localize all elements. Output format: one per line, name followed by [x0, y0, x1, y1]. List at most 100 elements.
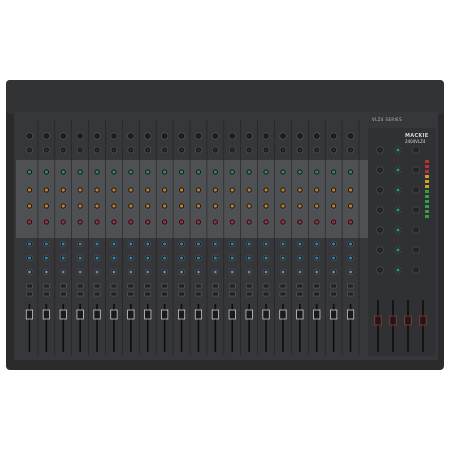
pan-knob-cap: [44, 270, 48, 274]
aux-knob-cap: [315, 256, 319, 260]
fader-cap: [347, 309, 355, 320]
solo-button: [279, 291, 287, 297]
low-cut-knob-cap: [78, 148, 82, 152]
fader-cap: [93, 309, 101, 320]
fader-cap: [211, 309, 219, 320]
pan-knob-cap: [61, 270, 65, 274]
mute-button: [330, 283, 337, 289]
fader-cap: [161, 309, 169, 320]
trim-knob-cap: [27, 134, 32, 138]
low-cut-knob-cap: [332, 148, 336, 152]
eq-high-knob-cap: [213, 170, 218, 174]
aux-knob-cap: [129, 256, 133, 260]
aux-knob-cap: [44, 256, 48, 260]
eq-mid-freq-knob-cap: [196, 204, 201, 208]
low-cut-knob-cap: [281, 148, 285, 152]
master-knob-cap: [414, 188, 418, 192]
solo-button: [76, 291, 84, 297]
pan-knob-cap: [78, 270, 82, 274]
trim-knob-cap: [61, 134, 66, 138]
eq-mid-freq-knob-cap: [213, 204, 218, 208]
mute-button: [144, 283, 151, 289]
eq-mid-knob-cap: [179, 188, 184, 192]
mute-button: [212, 283, 219, 289]
trim-knob-cap: [44, 134, 49, 138]
fader-cap: [279, 309, 287, 320]
low-cut-knob-cap: [95, 148, 99, 152]
eq-high-knob-cap: [44, 170, 48, 174]
master-knob-cap: [396, 268, 400, 272]
mute-button: [195, 283, 202, 289]
trim-knob-cap: [264, 134, 268, 138]
master-fader-slot: [407, 300, 409, 352]
aux-knob-cap: [163, 256, 167, 260]
solo-button: [296, 291, 304, 297]
aux-knob-cap: [281, 256, 285, 260]
master-knob-cap: [414, 228, 418, 232]
aux-knob-cap: [95, 256, 99, 260]
fader-cap: [42, 309, 50, 320]
trim-knob-cap: [162, 134, 167, 138]
pan-knob-cap: [213, 270, 217, 274]
eq-mid-knob-cap: [230, 188, 234, 192]
eq-high-knob-cap: [348, 170, 353, 174]
solo-button: [93, 291, 101, 297]
eq-mid-knob-cap: [112, 188, 116, 192]
pan-knob-cap: [264, 270, 268, 274]
mute-button: [43, 283, 50, 289]
mute-button: [313, 283, 320, 289]
eq-high-knob-cap: [315, 170, 319, 174]
mute-button: [178, 283, 185, 289]
mute-button: [279, 283, 287, 289]
fader-cap: [144, 309, 152, 320]
aux-knob-cap: [163, 242, 167, 246]
aux-knob-cap: [112, 256, 116, 260]
low-cut-knob-cap: [163, 148, 167, 152]
aux-knob-cap: [264, 256, 268, 260]
eq-high-knob-cap: [129, 170, 133, 174]
fader-cap: [262, 309, 270, 320]
aux-knob-cap: [180, 256, 184, 260]
trim-knob-cap: [314, 134, 319, 138]
eq-low-knob-cap: [146, 220, 150, 224]
trim-knob-cap: [95, 134, 99, 138]
pan-knob-cap: [129, 270, 133, 274]
eq-high-knob-cap: [61, 170, 65, 174]
solo-button: [313, 291, 320, 297]
mute-button: [110, 283, 118, 289]
fader-cap: [178, 309, 186, 320]
eq-high-knob-cap: [196, 170, 201, 174]
eq-mid-knob-cap: [146, 188, 150, 192]
eq-mid-freq-knob-cap: [27, 204, 32, 208]
mute-button: [296, 283, 304, 289]
eq-mid-freq-knob-cap: [112, 204, 116, 208]
aux-knob-cap: [78, 256, 82, 260]
eq-low-knob-cap: [298, 220, 302, 224]
aux-knob-cap: [247, 256, 251, 260]
eq-mid-freq-knob-cap: [146, 204, 150, 208]
eq-mid-freq-knob-cap: [315, 204, 319, 208]
eq-mid-knob-cap: [281, 188, 285, 192]
aux-knob-cap: [44, 242, 48, 246]
pan-knob-cap: [163, 270, 167, 274]
trim-knob-cap: [213, 134, 218, 138]
eq-mid-knob-cap: [315, 188, 319, 192]
solo-button: [43, 291, 50, 297]
master-knob-cap: [378, 248, 382, 252]
product-photo: MACKIE 2404VLZ4 VLZ4 SERIES: [0, 0, 452, 452]
master-knob-cap: [378, 228, 382, 232]
pan-knob-cap: [332, 270, 336, 274]
mute-button: [26, 283, 33, 289]
solo-button: [127, 291, 135, 297]
aux-knob-cap: [27, 242, 31, 246]
fader-cap: [296, 309, 304, 320]
level-meter-segment: [425, 205, 429, 208]
aux-knob-cap: [112, 242, 116, 246]
eq-low-knob-cap: [112, 220, 116, 224]
trim-knob-cap: [230, 134, 235, 138]
level-meter-segment: [425, 185, 429, 188]
level-meter-segment: [425, 195, 429, 198]
trim-knob-cap: [247, 134, 251, 138]
eq-high-knob-cap: [78, 170, 82, 174]
eq-low-knob-cap: [129, 220, 133, 224]
